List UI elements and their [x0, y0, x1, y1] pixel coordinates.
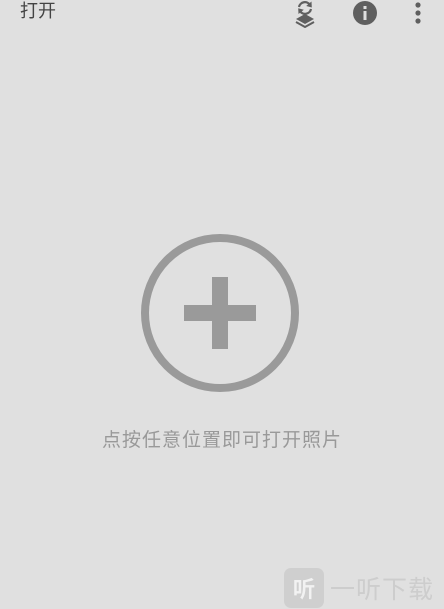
layers-undo-button[interactable] [291, 0, 319, 28]
add-circle-icon[interactable] [140, 233, 300, 393]
more-options-button[interactable] [404, 0, 432, 28]
watermark-logo: 听 [284, 568, 324, 608]
app-bar: 打开 [0, 0, 444, 28]
info-button[interactable] [351, 0, 379, 28]
layers-undo-icon [295, 1, 315, 28]
page-title: 打开 [20, 1, 56, 22]
watermark: 听 一听下载 [284, 567, 434, 609]
more-vert-icon [415, 2, 421, 24]
info-icon [353, 1, 377, 25]
watermark-text: 一听下载 [330, 575, 435, 604]
open-photo-hint: 点按任意位置即可打开照片 [101, 429, 342, 451]
